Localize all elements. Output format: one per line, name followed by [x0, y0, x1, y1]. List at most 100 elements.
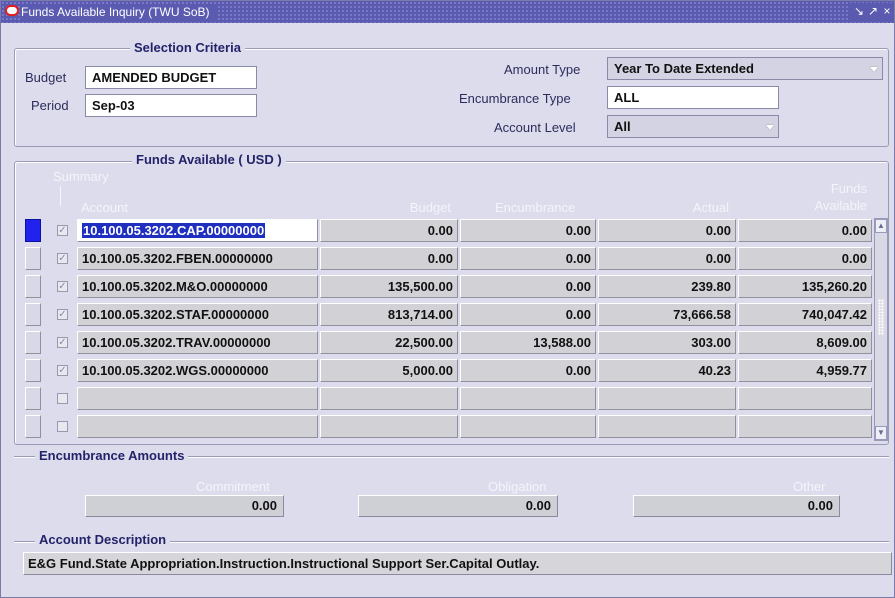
encumbrance-type-field[interactable]: ALL [607, 86, 779, 109]
row-selector[interactable] [25, 331, 41, 354]
scroll-down-icon[interactable]: ▼ [875, 426, 887, 440]
title-bar[interactable]: Funds Available Inquiry (TWU SoB) ↘ ↗ × [1, 1, 894, 23]
actual-cell[interactable]: 0.00 [598, 247, 736, 270]
window-controls: ↘ ↗ × [848, 3, 894, 20]
commitment-label: Commitment [196, 479, 270, 494]
summary-checkbox[interactable] [57, 421, 68, 432]
budget-cell[interactable]: 22,500.00 [320, 331, 458, 354]
account-cell[interactable]: 10.100.05.3202.WGS.00000000 [77, 359, 318, 382]
summary-divider [60, 186, 61, 206]
funds-available-cell[interactable] [738, 387, 872, 410]
account-cell[interactable]: 10.100.05.3202.STAF.00000000 [77, 303, 318, 326]
funds-available-cell[interactable]: 0.00 [738, 247, 872, 270]
budget-label: Budget [25, 70, 67, 85]
oracle-logo-icon [5, 5, 19, 16]
budget-cell[interactable] [320, 415, 458, 438]
obligation-field[interactable]: 0.00 [358, 495, 558, 517]
actual-cell[interactable]: 0.00 [598, 219, 736, 242]
account-cell[interactable] [77, 387, 318, 410]
row-selector[interactable] [25, 275, 41, 298]
encumbrance-cell[interactable] [460, 387, 596, 410]
encumbrance-cell[interactable]: 0.00 [460, 219, 596, 242]
account-level-label: Account Level [494, 120, 576, 135]
encumbrance-cell[interactable]: 0.00 [460, 303, 596, 326]
budget-cell[interactable]: 0.00 [320, 219, 458, 242]
account-cell[interactable] [77, 415, 318, 438]
encumbrance-cell[interactable]: 0.00 [460, 359, 596, 382]
row-selector[interactable] [25, 303, 41, 326]
period-label: Period [31, 98, 69, 113]
other-label: Other [793, 479, 826, 494]
budget-cell[interactable]: 0.00 [320, 247, 458, 270]
budget-cell[interactable]: 813,714.00 [320, 303, 458, 326]
summary-checkbox[interactable]: ✓ [57, 337, 68, 348]
row-selector[interactable] [25, 387, 41, 410]
budget-cell[interactable]: 5,000.00 [320, 359, 458, 382]
summary-checkbox[interactable] [57, 393, 68, 404]
row-selector[interactable] [25, 219, 41, 242]
selection-criteria-title: Selection Criteria [130, 40, 245, 56]
table-scrollbar[interactable]: ▲ ▼ [874, 218, 888, 441]
summary-header: Summary [53, 169, 109, 184]
selected-account-text: 10.100.05.3202.CAP.00000000 [82, 223, 266, 238]
scroll-up-icon[interactable]: ▲ [875, 219, 887, 233]
budget-cell[interactable]: 135,500.00 [320, 275, 458, 298]
funds-available-cell[interactable]: 8,609.00 [738, 331, 872, 354]
maximize-icon[interactable]: ↗ [866, 3, 880, 20]
actual-cell[interactable]: 73,666.58 [598, 303, 736, 326]
amount-type-select[interactable]: Year To Date Extended [607, 57, 883, 80]
actual-cell[interactable]: 40.23 [598, 359, 736, 382]
account-cell[interactable]: 10.100.05.3202.TRAV.00000000 [77, 331, 318, 354]
actual-cell[interactable]: 239.80 [598, 275, 736, 298]
summary-checkbox[interactable]: ✓ [57, 365, 68, 376]
encumbrance-cell[interactable]: 13,588.00 [460, 331, 596, 354]
other-field[interactable]: 0.00 [633, 495, 840, 517]
encumbrance-type-label: Encumbrance Type [459, 91, 571, 106]
minimize-icon[interactable]: ↘ [852, 3, 866, 20]
encumbrance-header: Encumbrance [495, 200, 576, 215]
period-field[interactable]: Sep-03 [85, 94, 257, 117]
summary-checkbox[interactable]: ✓ [57, 281, 68, 292]
summary-checkbox[interactable]: ✓ [57, 309, 68, 320]
budget-cell[interactable] [320, 387, 458, 410]
summary-checkbox[interactable]: ✓ [57, 225, 68, 236]
funds-available-cell[interactable]: 4,959.77 [738, 359, 872, 382]
encumbrance-cell[interactable]: 0.00 [460, 247, 596, 270]
actual-cell[interactable]: 303.00 [598, 331, 736, 354]
actual-cell[interactable] [598, 415, 736, 438]
funds-header-line2: Available [814, 198, 867, 213]
row-selector[interactable] [25, 247, 41, 270]
budget-field[interactable]: AMENDED BUDGET [85, 66, 257, 89]
encumbrance-cell[interactable]: 0.00 [460, 275, 596, 298]
encumbrance-cell[interactable] [460, 415, 596, 438]
funds-header-line1: Funds [830, 181, 867, 196]
budget-header: Budget [409, 200, 451, 215]
account-level-select[interactable]: All [607, 115, 779, 138]
window-title: Funds Available Inquiry (TWU SoB) [21, 4, 216, 20]
row-selector[interactable] [25, 415, 41, 438]
obligation-label: Obligation [488, 479, 547, 494]
summary-checkbox[interactable]: ✓ [57, 253, 68, 264]
account-cell[interactable]: 10.100.05.3202.FBEN.00000000 [77, 247, 318, 270]
actual-cell[interactable] [598, 387, 736, 410]
funds-available-window: Funds Available Inquiry (TWU SoB) ↘ ↗ × Se… [0, 0, 895, 598]
chevron-down-icon[interactable] [870, 67, 878, 72]
commitment-field[interactable]: 0.00 [85, 495, 284, 517]
close-icon[interactable]: × [880, 3, 894, 20]
row-selector[interactable] [25, 359, 41, 382]
funds-available-cell[interactable]: 135,260.20 [738, 275, 872, 298]
scroll-grip[interactable] [878, 299, 884, 335]
account-header: Account [81, 200, 128, 215]
funds-available-title: Funds Available ( USD ) [132, 152, 286, 168]
amount-type-label: Amount Type [504, 62, 581, 77]
account-description-field[interactable]: E&G Fund.State Appropriation.Instruction… [23, 552, 892, 575]
amount-type-value: Year To Date Extended [614, 61, 754, 76]
actual-header: Actual [692, 200, 729, 215]
funds-available-cell[interactable] [738, 415, 872, 438]
account-level-value: All [614, 119, 631, 134]
funds-available-cell[interactable]: 740,047.42 [738, 303, 872, 326]
chevron-down-icon[interactable] [766, 125, 774, 130]
account-cell[interactable]: 10.100.05.3202.CAP.00000000 [77, 219, 318, 242]
account-cell[interactable]: 10.100.05.3202.M&O.00000000 [77, 275, 318, 298]
funds-available-cell[interactable]: 0.00 [738, 219, 872, 242]
